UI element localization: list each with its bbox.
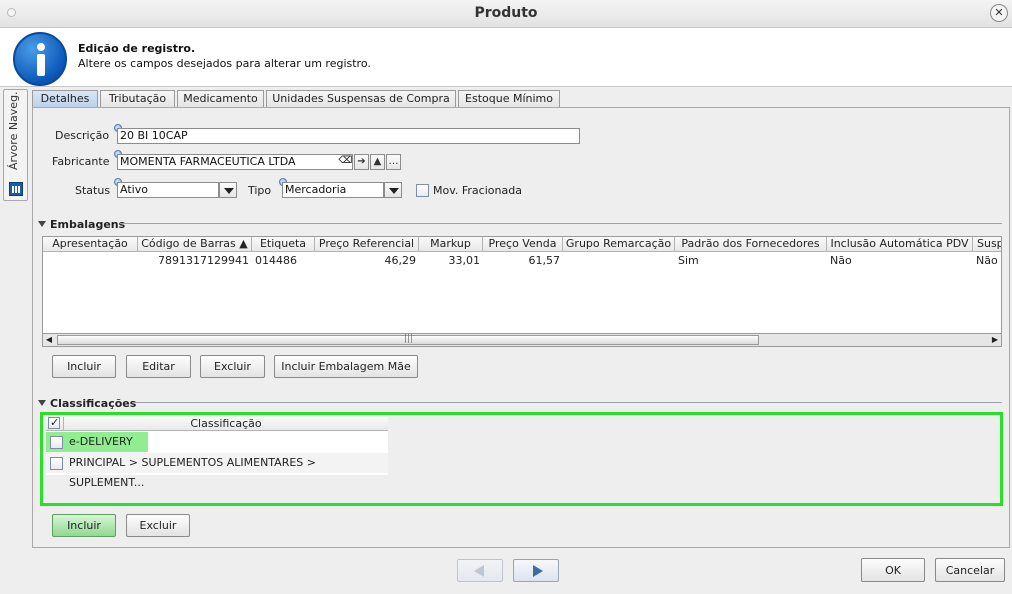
fabricante-input[interactable]: MOMENTA FARMACEUTICA LTDA: [117, 154, 353, 170]
arrow-up-icon[interactable]: ▲: [370, 154, 385, 170]
column-header[interactable]: Susp: [973, 237, 1001, 252]
embalagens-incluir-button[interactable]: Incluir: [52, 355, 116, 378]
select-all-header[interactable]: [46, 416, 64, 431]
table-cell[interactable]: Não: [827, 254, 973, 269]
fabricante-label: Fabricante: [52, 155, 110, 168]
descricao-label: Descrição: [55, 129, 110, 142]
previous-button[interactable]: [457, 559, 503, 582]
column-header[interactable]: Markup: [419, 237, 483, 252]
column-header[interactable]: Padrão dos Fornecedores: [675, 237, 827, 252]
classificacoes-incluir-button[interactable]: Incluir: [52, 514, 116, 537]
window-title: Produto: [474, 5, 538, 21]
scroll-thumb[interactable]: |||: [57, 334, 759, 345]
clear-icon[interactable]: ⌫: [338, 154, 353, 170]
classificacao-label: e-DELIVERY: [69, 435, 133, 448]
status-dropdown-icon[interactable]: [219, 182, 237, 198]
tab-unidades-suspensas[interactable]: Unidades Suspensas de Compra: [266, 90, 456, 108]
tipo-select[interactable]: Mercadoria: [282, 182, 384, 198]
tipo-label: Tipo: [248, 184, 272, 197]
header-subtitle: Altere os campos desejados para alterar …: [78, 57, 371, 70]
arrow-right-icon[interactable]: ➔: [354, 154, 369, 170]
table-cell[interactable]: Não: [973, 254, 1001, 269]
row-checkbox[interactable]: [50, 436, 63, 449]
table-cell[interactable]: 33,01: [419, 254, 483, 269]
more-icon[interactable]: …: [386, 154, 401, 170]
classificacoes-section-toggle[interactable]: Classificações: [38, 397, 136, 410]
divider: [120, 223, 1002, 224]
incluir-embalagem-mae-button[interactable]: Incluir Embalagem Mãe: [274, 355, 418, 378]
mov-fracionada-checkbox[interactable]: [416, 184, 429, 197]
sidebar-tab-label: Árvore Naveg.: [7, 91, 20, 170]
classificacoes-title: Classificações: [50, 397, 137, 410]
column-header[interactable]: Preço Referencial: [315, 237, 419, 252]
embalagens-editar-button[interactable]: Editar: [126, 355, 191, 378]
status-select[interactable]: Ativo: [117, 182, 219, 198]
column-header[interactable]: Classificação: [64, 417, 388, 431]
table-cell[interactable]: [43, 254, 138, 269]
arrow-right-icon: [533, 565, 543, 577]
title-bar: Produto ✕: [0, 0, 1012, 28]
scroll-right-icon[interactable]: ▶: [989, 335, 1001, 345]
mov-fracionada-label: Mov. Fracionada: [433, 184, 522, 197]
table-cell[interactable]: 61,57: [483, 254, 563, 269]
embalagens-title: Embalagens: [50, 218, 126, 231]
classificacoes-excluir-button[interactable]: Excluir: [126, 514, 190, 537]
embalagens-excluir-button[interactable]: Excluir: [200, 355, 265, 378]
arrow-left-icon: [474, 565, 484, 577]
tipo-dropdown-icon[interactable]: [384, 182, 402, 198]
divider: [134, 402, 1002, 403]
tab-detalhes[interactable]: Detalhes: [32, 90, 98, 108]
info-icon: [13, 32, 67, 86]
tree-icon: [9, 182, 23, 196]
tab-estoque-minimo[interactable]: Estoque Mínimo: [458, 90, 560, 108]
collapse-icon: [38, 221, 46, 227]
collapse-icon: [38, 400, 46, 406]
table-cell[interactable]: [563, 254, 675, 269]
table-cell[interactable]: 7891317129941: [138, 254, 252, 269]
list-item[interactable]: PRINCIPAL > SUPLEMENTOS ALIMENTARES > SU…: [46, 453, 388, 489]
cancelar-button[interactable]: Cancelar: [935, 558, 1005, 582]
embalagens-section-toggle[interactable]: Embalagens: [38, 218, 125, 231]
classificacoes-panel: Classificação e-DELIVERY PRINCIPAL > SUP…: [40, 412, 1003, 506]
header-title: Edição de registro.: [78, 42, 196, 55]
column-header[interactable]: Código de Barras ▲: [138, 237, 252, 252]
sidebar-tab-arvore[interactable]: Árvore Naveg.: [3, 89, 28, 201]
list-item[interactable]: e-DELIVERY: [46, 432, 388, 452]
ok-button[interactable]: OK: [861, 558, 925, 582]
column-header[interactable]: Grupo Remarcação: [563, 237, 675, 252]
embalagens-table[interactable]: Apresentação Código de Barras ▲ Etiqueta…: [42, 236, 1002, 334]
tab-medicamento[interactable]: Medicamento: [177, 90, 264, 108]
select-all-checkbox[interactable]: [48, 416, 60, 429]
status-label: Status: [75, 184, 111, 197]
column-header[interactable]: Preço Venda: [483, 237, 563, 252]
info-header: Edição de registro. Altere os campos des…: [0, 28, 1012, 87]
table-cell[interactable]: 014486: [252, 254, 315, 269]
scroll-left-icon[interactable]: ◀: [43, 335, 55, 345]
close-icon[interactable]: ✕: [990, 4, 1008, 22]
descricao-input[interactable]: 20 BI 10CAP: [117, 128, 580, 144]
row-checkbox[interactable]: [50, 457, 63, 470]
column-header[interactable]: Inclusão Automática PDV: [827, 237, 973, 252]
next-button[interactable]: [513, 559, 559, 582]
table-cell[interactable]: Sim: [675, 254, 827, 269]
classificacao-label: PRINCIPAL > SUPLEMENTOS ALIMENTARES > SU…: [69, 456, 316, 489]
column-header[interactable]: Apresentação: [43, 237, 138, 252]
classificacoes-table[interactable]: Classificação e-DELIVERY PRINCIPAL > SUP…: [46, 416, 388, 489]
tab-tributacao[interactable]: Tributação: [100, 90, 175, 108]
column-header[interactable]: Etiqueta: [252, 237, 315, 252]
table-cell[interactable]: 46,29: [315, 254, 419, 269]
embalagens-horizontal-scrollbar[interactable]: ◀ ||| ▶: [42, 333, 1002, 347]
